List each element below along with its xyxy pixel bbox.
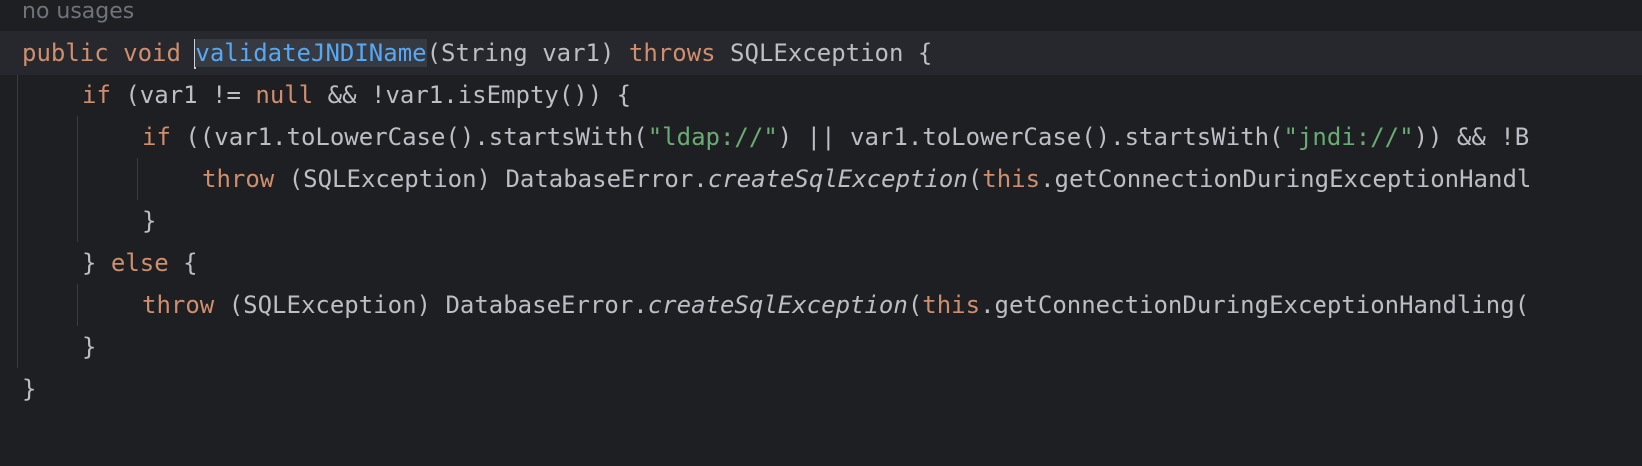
code-text[interactable]: } [142, 199, 156, 243]
method-name[interactable]: validateJNDIName [195, 39, 427, 67]
code-line-throw-else[interactable]: throw (SQLException) DatabaseError.creat… [0, 283, 1642, 327]
parameter-list: (String var1) [426, 39, 629, 67]
code-segment: .getConnectionDuringExceptionHandl [1040, 165, 1532, 193]
code-line-close-brace[interactable]: } [0, 325, 1642, 369]
code-text[interactable]: public void validateJNDIName(String var1… [22, 31, 932, 75]
code-text[interactable]: throw (SQLException) DatabaseError.creat… [142, 283, 1529, 327]
code-text[interactable]: } else { [82, 241, 198, 285]
code-text[interactable]: if (var1 != null && !var1.isEmpty()) { [82, 73, 631, 117]
keyword-null: null [255, 81, 314, 109]
string-literal-ldap: "ldap://" [647, 123, 778, 151]
closing-brace: } [142, 207, 157, 235]
code-segment: && !var1.isEmpty()) { [313, 81, 632, 109]
code-line-throw-inner[interactable]: throw (SQLException) DatabaseError.creat… [0, 157, 1642, 201]
code-text[interactable]: } [22, 367, 36, 411]
code-text[interactable]: throw (SQLException) DatabaseError.creat… [202, 157, 1531, 201]
keyword-if: if [82, 81, 111, 109]
string-literal-jndi: "jndi://" [1283, 123, 1414, 151]
keyword-else: else [110, 249, 169, 277]
code-segment: ( [907, 291, 923, 319]
code-segment: (SQLException) DatabaseError. [214, 291, 648, 319]
exception-type: SQLException { [715, 39, 933, 67]
keyword-throw: throw [142, 291, 215, 319]
keyword-void: void [123, 39, 181, 67]
code-line-method-signature[interactable]: public void validateJNDIName(String var1… [0, 31, 1642, 75]
code-segment: (var1 != [110, 81, 256, 109]
code-line-if-null-check[interactable]: if (var1 != null && !var1.isEmpty()) { [0, 73, 1642, 117]
code-segment: (SQLException) DatabaseError. [274, 165, 708, 193]
static-method-call: createSqlException [647, 291, 908, 319]
code-line-else[interactable]: } else { [0, 241, 1642, 285]
closing-brace: } [82, 333, 97, 361]
keyword-public: public [22, 39, 109, 67]
keyword-throws: throws [628, 39, 716, 67]
code-segment: ((var1.toLowerCase().startsWith( [170, 123, 648, 151]
code-segment: .getConnectionDuringExceptionHandling( [980, 291, 1530, 319]
keyword-this: this [982, 165, 1041, 193]
code-segment: ) || var1.toLowerCase().startsWith( [777, 123, 1284, 151]
keyword-this: this [922, 291, 981, 319]
keyword-throw: throw [202, 165, 275, 193]
code-line-close-method[interactable]: } [0, 367, 1642, 411]
closing-brace: } [82, 249, 111, 277]
code-line-if-scheme-check[interactable]: if ((var1.toLowerCase().startsWith("ldap… [0, 115, 1642, 159]
opening-brace: { [168, 249, 198, 277]
code-text[interactable]: } [82, 325, 96, 369]
code-text[interactable]: if ((var1.toLowerCase().startsWith("ldap… [142, 115, 1529, 159]
code-editor[interactable]: no usages public void validateJNDIName(S… [0, 0, 1642, 466]
static-method-call: createSqlException [707, 165, 968, 193]
keyword-if: if [142, 123, 171, 151]
usages-inlay-hint[interactable]: no usages [22, 0, 134, 26]
code-line-close-brace[interactable]: } [0, 199, 1642, 243]
code-segment: ( [967, 165, 983, 193]
code-segment: )) && !B [1413, 123, 1530, 151]
closing-brace: } [22, 375, 37, 403]
